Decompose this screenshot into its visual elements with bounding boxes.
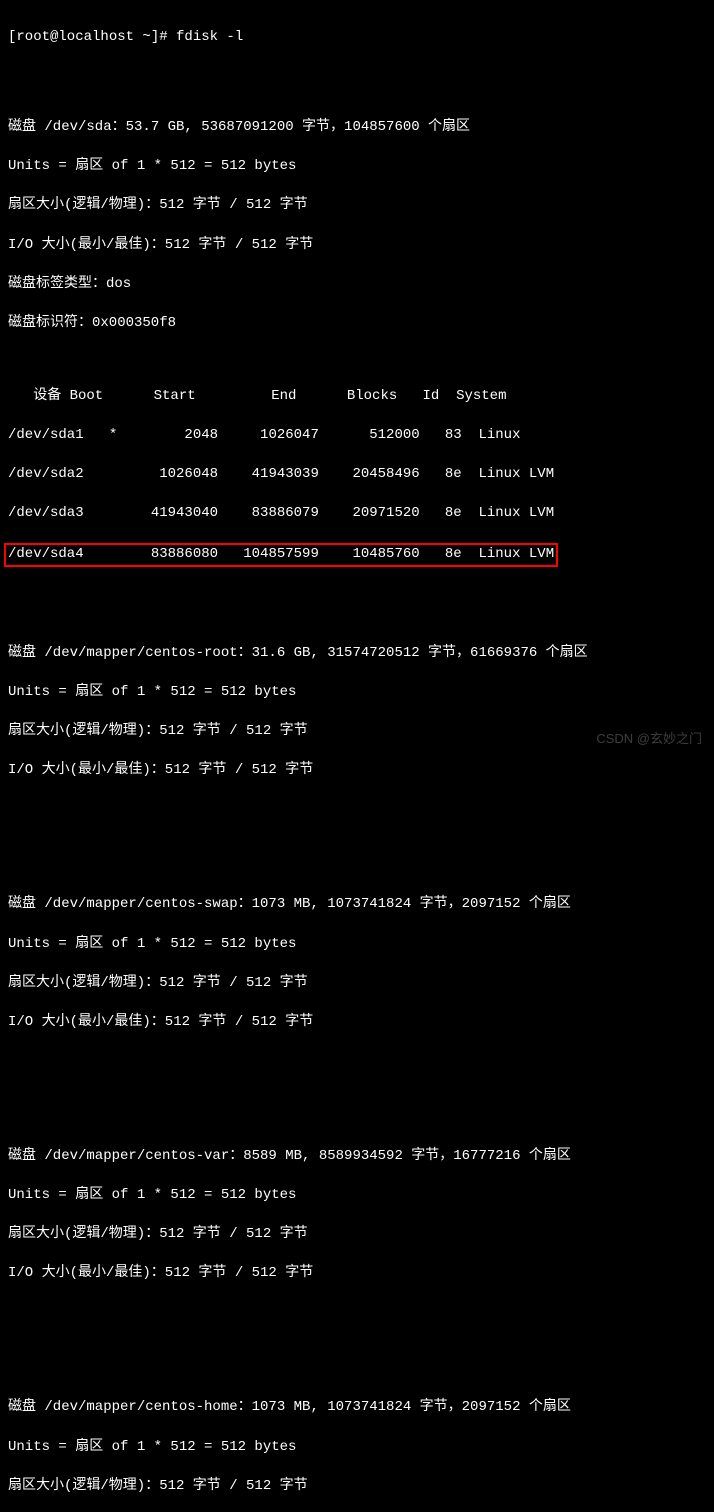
- disk-var-block: 磁盘 /dev/mapper/centos-var：8589 MB, 85899…: [8, 1127, 706, 1303]
- disk-units: Units = 扇区 of 1 * 512 = 512 bytes: [8, 1186, 706, 1206]
- disk-io-size: I/O 大小(最小/最佳)：512 字节 / 512 字节: [8, 1264, 706, 1284]
- disk-swap-block: 磁盘 /dev/mapper/centos-swap：1073 MB, 1073…: [8, 876, 706, 1052]
- disk-header: 磁盘 /dev/sda：53.7 GB, 53687091200 字节，1048…: [8, 118, 706, 138]
- terminal-output: [root@localhost ~]# fdisk -l 磁盘 /dev/sda…: [8, 8, 706, 1512]
- disk-units: Units = 扇区 of 1 * 512 = 512 bytes: [8, 1438, 706, 1458]
- disk-home-block: 磁盘 /dev/mapper/centos-home：1073 MB, 1073…: [8, 1379, 706, 1512]
- disk-io-size: I/O 大小(最小/最佳)：512 字节 / 512 字节: [8, 1013, 706, 1033]
- partition-row: /dev/sda2 1026048 41943039 20458496 8e L…: [8, 465, 706, 485]
- disk-sda-block: 磁盘 /dev/sda：53.7 GB, 53687091200 字节，1048…: [8, 98, 706, 586]
- partition-row-highlighted: /dev/sda4 83886080 104857599 10485760 8e…: [4, 543, 558, 567]
- disk-sector-size: 扇区大小(逻辑/物理)：512 字节 / 512 字节: [8, 1477, 706, 1497]
- disk-sector-size: 扇区大小(逻辑/物理)：512 字节 / 512 字节: [8, 974, 706, 994]
- disk-header: 磁盘 /dev/mapper/centos-swap：1073 MB, 1073…: [8, 895, 706, 915]
- disk-units: Units = 扇区 of 1 * 512 = 512 bytes: [8, 157, 706, 177]
- disk-io-size: I/O 大小(最小/最佳)：512 字节 / 512 字节: [8, 236, 706, 256]
- watermark: CSDN @玄妙之门: [596, 730, 702, 748]
- partition-table-header: 设备 Boot Start End Blocks Id System: [8, 387, 706, 407]
- disk-identifier: 磁盘标识符：0x000350f8: [8, 314, 706, 334]
- disk-sector-size: 扇区大小(逻辑/物理)：512 字节 / 512 字节: [8, 1225, 706, 1245]
- disk-header: 磁盘 /dev/mapper/centos-root：31.6 GB, 3157…: [8, 644, 706, 664]
- disk-label-type: 磁盘标签类型：dos: [8, 275, 706, 295]
- disk-units: Units = 扇区 of 1 * 512 = 512 bytes: [8, 935, 706, 955]
- disk-sector-size: 扇区大小(逻辑/物理)：512 字节 / 512 字节: [8, 196, 706, 216]
- disk-units: Units = 扇区 of 1 * 512 = 512 bytes: [8, 683, 706, 703]
- disk-io-size: I/O 大小(最小/最佳)：512 字节 / 512 字节: [8, 761, 706, 781]
- partition-row: /dev/sda3 41943040 83886079 20971520 8e …: [8, 504, 706, 524]
- disk-header: 磁盘 /dev/mapper/centos-var：8589 MB, 85899…: [8, 1147, 706, 1167]
- disk-header: 磁盘 /dev/mapper/centos-home：1073 MB, 1073…: [8, 1398, 706, 1418]
- partition-row: /dev/sda1 * 2048 1026047 512000 83 Linux: [8, 426, 706, 446]
- disk-root-block: 磁盘 /dev/mapper/centos-root：31.6 GB, 3157…: [8, 624, 706, 800]
- command-prompt: [root@localhost ~]# fdisk -l: [8, 28, 706, 48]
